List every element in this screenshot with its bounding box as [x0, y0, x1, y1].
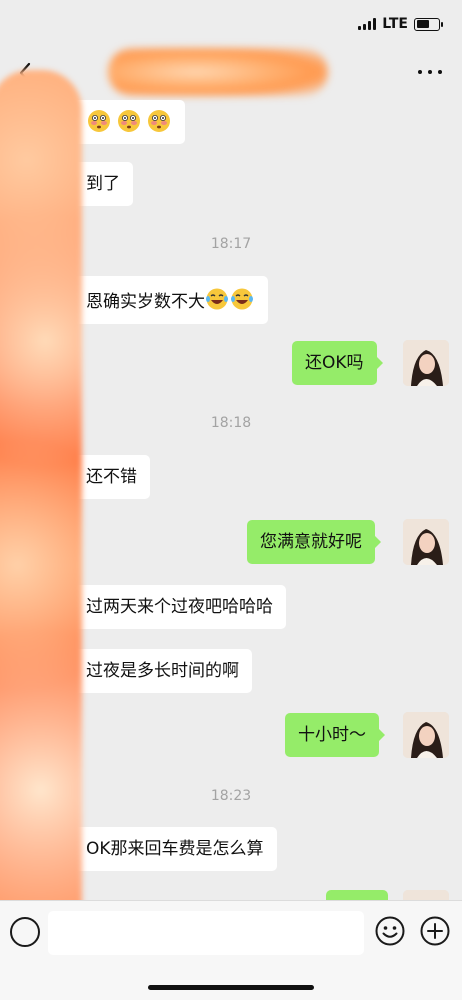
- flushed-emoji-icon: [88, 110, 170, 132]
- user-photo: [403, 712, 449, 758]
- message-text: 您满意就好呢: [260, 532, 362, 552]
- emoji-button[interactable]: [374, 915, 406, 947]
- more-options-button[interactable]: [418, 64, 442, 80]
- redaction-overlay: [0, 70, 82, 970]
- dot-icon: [418, 70, 422, 74]
- message-text: 到了: [86, 174, 120, 194]
- avatar[interactable]: [403, 340, 449, 386]
- message-bubble-received[interactable]: 到了: [67, 162, 133, 206]
- avatar[interactable]: [403, 712, 449, 758]
- message-text: 过两天来个过夜吧哈哈哈: [86, 597, 273, 617]
- message-bubble-received[interactable]: 过夜是多长时间的啊: [67, 649, 252, 693]
- avatar[interactable]: [403, 519, 449, 565]
- more-functions-button[interactable]: [419, 915, 451, 947]
- message-text: OK那来回车费是怎么算: [86, 839, 264, 859]
- message-bubble-received[interactable]: [67, 100, 185, 144]
- message-bubble-sent[interactable]: 您满意就好呢: [247, 520, 381, 564]
- message-input[interactable]: [48, 911, 364, 955]
- message-text: 还不错: [86, 467, 137, 487]
- user-photo: [403, 890, 449, 900]
- smiley-icon: [375, 916, 405, 946]
- battery-icon: [414, 17, 443, 31]
- message-text: 过夜是多长时间的啊: [86, 661, 239, 681]
- status-bar: LTE: [0, 0, 462, 48]
- dot-icon: [438, 70, 442, 74]
- message-text: 恩确实岁数不大: [86, 292, 205, 312]
- message-bubble-received[interactable]: OK那来回车费是怎么算: [67, 827, 277, 871]
- home-indicator[interactable]: [148, 985, 314, 990]
- network-label: LTE: [382, 16, 408, 32]
- laughing-tears-emoji-icon: [206, 288, 253, 310]
- chat-title-redacted: [108, 48, 328, 96]
- message-bubble-sent[interactable]: 还OK吗: [292, 341, 383, 385]
- avatar[interactable]: [403, 890, 449, 900]
- plus-circle-icon: [420, 916, 450, 946]
- voice-input-button[interactable]: [10, 917, 40, 947]
- message-bubble-received[interactable]: 还不错: [67, 455, 150, 499]
- message-text: 还OK吗: [305, 353, 364, 373]
- message-bubble-sent-partial[interactable]: [326, 890, 388, 900]
- message-text: 十小时～: [298, 725, 366, 745]
- message-bubble-received[interactable]: 过两天来个过夜吧哈哈哈: [67, 585, 286, 629]
- user-photo: [403, 340, 449, 386]
- message-bubble-received[interactable]: 恩确实岁数不大: [67, 276, 268, 324]
- message-bubble-sent[interactable]: 十小时～: [285, 713, 385, 757]
- input-bar: [0, 900, 462, 1000]
- user-photo: [403, 519, 449, 565]
- signal-icon: [358, 18, 377, 30]
- dot-icon: [428, 70, 432, 74]
